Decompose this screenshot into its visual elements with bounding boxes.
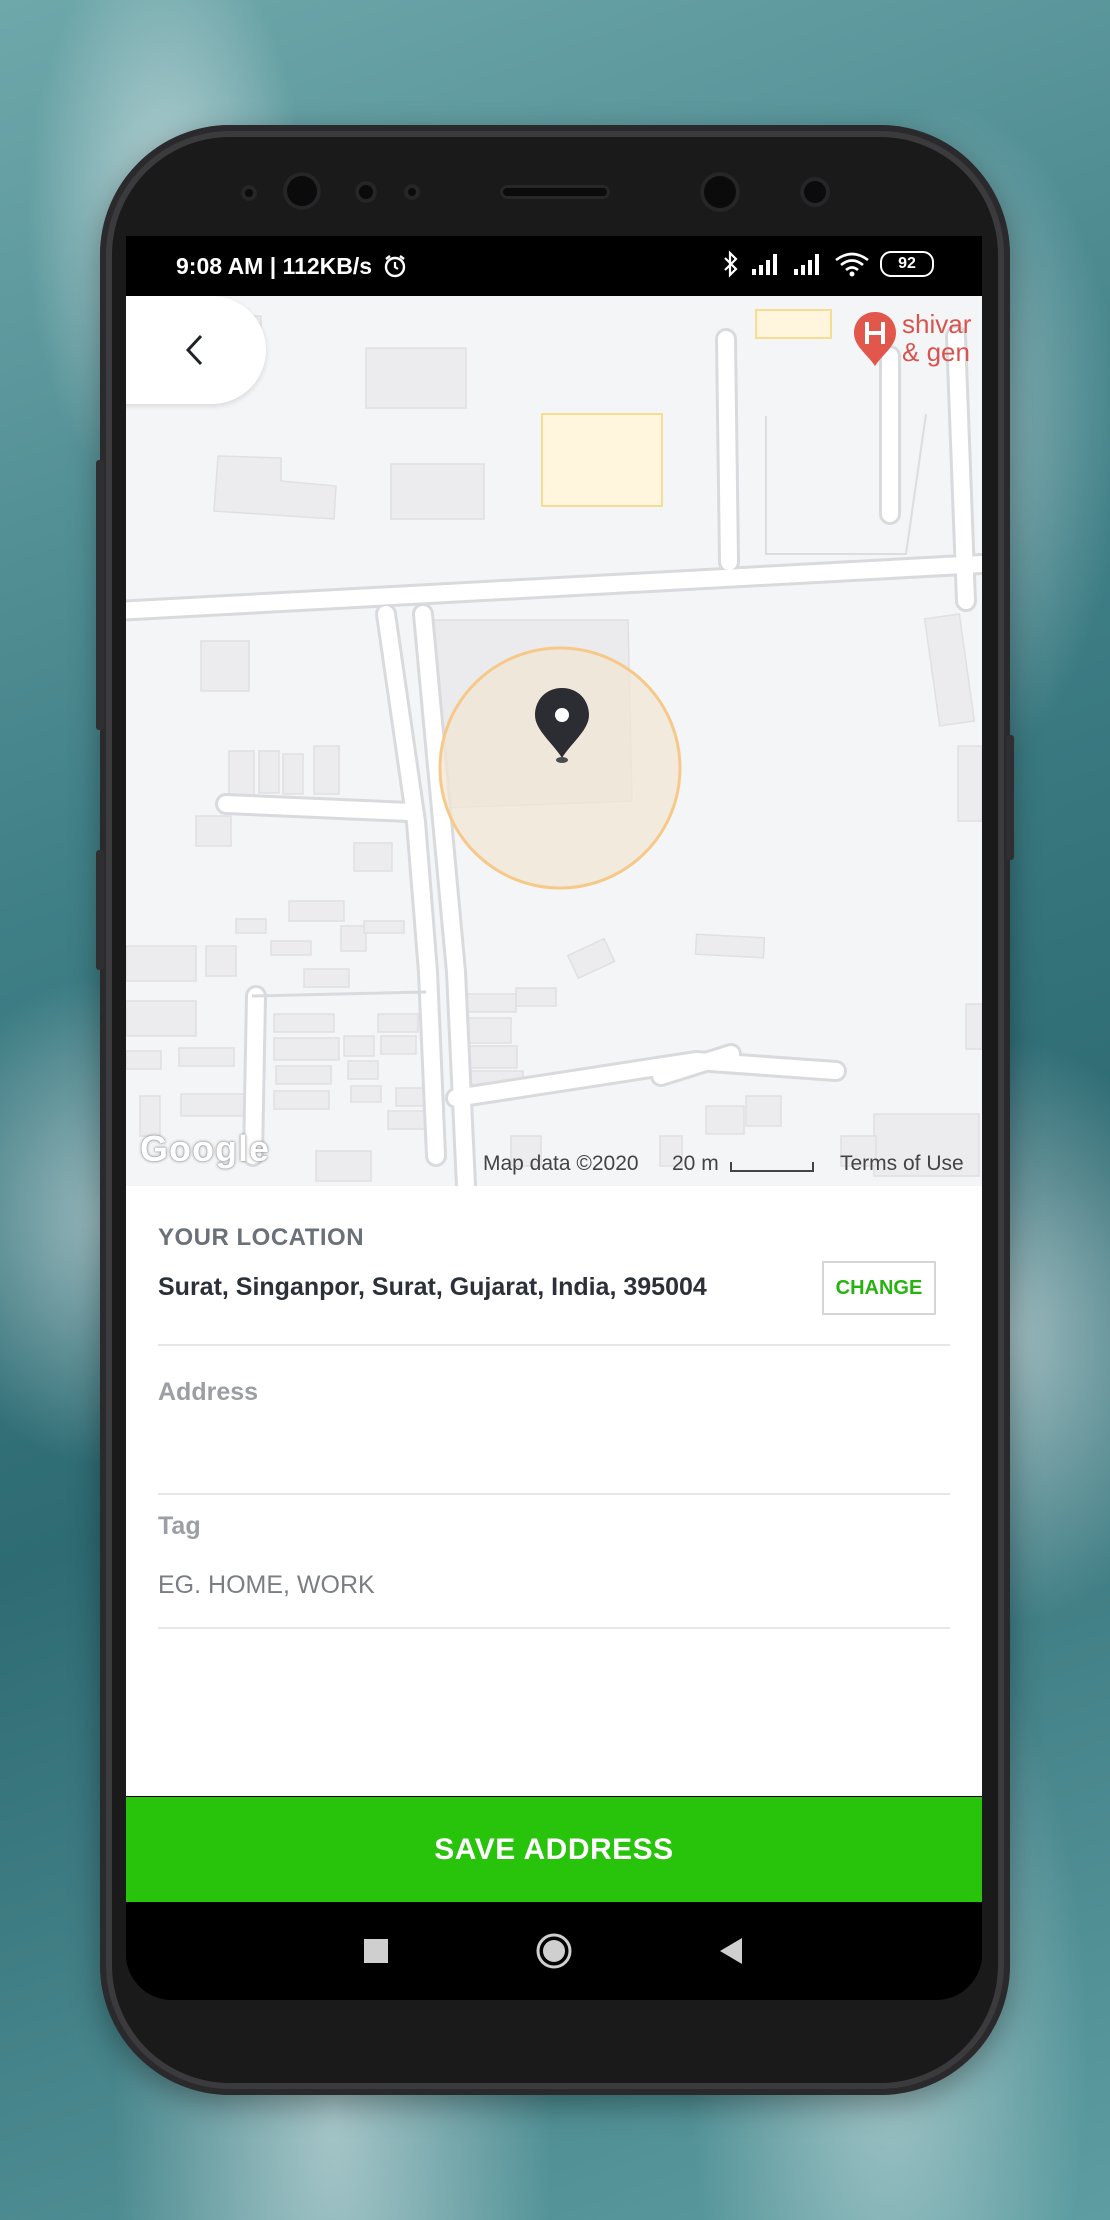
- sensor-dot: [241, 185, 257, 201]
- tag-label: Tag: [158, 1512, 201, 1540]
- wifi-icon: [835, 252, 869, 277]
- signal-icon: [752, 254, 777, 275]
- sensor-dot: [355, 181, 377, 203]
- signal-icon: [794, 254, 819, 275]
- status-bar: 9:08 AM | 112KB/s 92: [126, 236, 982, 296]
- address-label: Address: [158, 1378, 259, 1406]
- tag-input[interactable]: [158, 1560, 950, 1610]
- current-location-text: Surat, Singanpor, Surat, Gujarat, India,…: [158, 1273, 707, 1301]
- address-underline: [158, 1493, 950, 1495]
- back-button[interactable]: [126, 296, 266, 404]
- poi-label[interactable]: shivar & gen: [902, 310, 971, 366]
- side-button: [96, 850, 104, 970]
- map-view[interactable]: shivar & gen Google Map data ©2020 20 m …: [126, 296, 982, 1186]
- battery-icon: 92: [880, 251, 934, 277]
- chevron-left-icon: [185, 334, 203, 366]
- volume-button: [96, 460, 104, 730]
- map-attribution-bar: Map data ©2020 20 m Terms of Use: [126, 1148, 982, 1186]
- proximity-sensor: [800, 177, 830, 207]
- bluetooth-icon: [724, 250, 738, 278]
- map-data-text: Map data ©2020: [483, 1152, 639, 1175]
- circle-icon: [536, 1933, 572, 1969]
- sensor-dot: [404, 184, 420, 200]
- recents-button[interactable]: [336, 1902, 416, 2000]
- front-camera-secondary: [700, 172, 740, 212]
- system-nav-bar: [126, 1902, 982, 2000]
- poi-label-line1: shivar: [902, 309, 972, 339]
- front-camera: [283, 172, 321, 210]
- change-location-button[interactable]: CHANGE: [822, 1261, 936, 1315]
- status-time: 9:08 AM | 112KB/s: [176, 253, 408, 280]
- save-address-button[interactable]: SAVE ADDRESS: [126, 1797, 982, 1902]
- status-icons: 92: [722, 250, 934, 278]
- phone-screen: 9:08 AM | 112KB/s 92 shivar & gen Google…: [126, 236, 982, 2000]
- terms-of-use-link[interactable]: Terms of Use: [840, 1152, 964, 1176]
- map-scale-bar: [730, 1162, 814, 1172]
- time-speed-text: 9:08 AM | 112KB/s: [176, 253, 373, 279]
- address-form: YOUR LOCATION Surat, Singanpor, Surat, G…: [126, 1186, 982, 1796]
- battery-level: 92: [898, 255, 916, 272]
- poi-label-line2: & gen: [902, 337, 970, 367]
- square-icon: [364, 1939, 388, 1963]
- earpiece-speaker: [500, 185, 610, 199]
- tag-underline: [158, 1627, 950, 1629]
- address-input[interactable]: [158, 1426, 950, 1476]
- alarm-icon: [385, 255, 406, 278]
- divider: [158, 1344, 950, 1346]
- location-pin-icon: [535, 688, 589, 763]
- power-button: [1006, 735, 1014, 860]
- map-scale-text: 20 m: [672, 1152, 719, 1175]
- system-back-button[interactable]: [691, 1902, 771, 2000]
- triangle-back-icon: [720, 1938, 742, 1964]
- hospital-icon[interactable]: [852, 310, 898, 368]
- location-accuracy-circle: [438, 646, 682, 890]
- your-location-heading: YOUR LOCATION: [158, 1224, 365, 1251]
- home-button[interactable]: [514, 1902, 594, 2000]
